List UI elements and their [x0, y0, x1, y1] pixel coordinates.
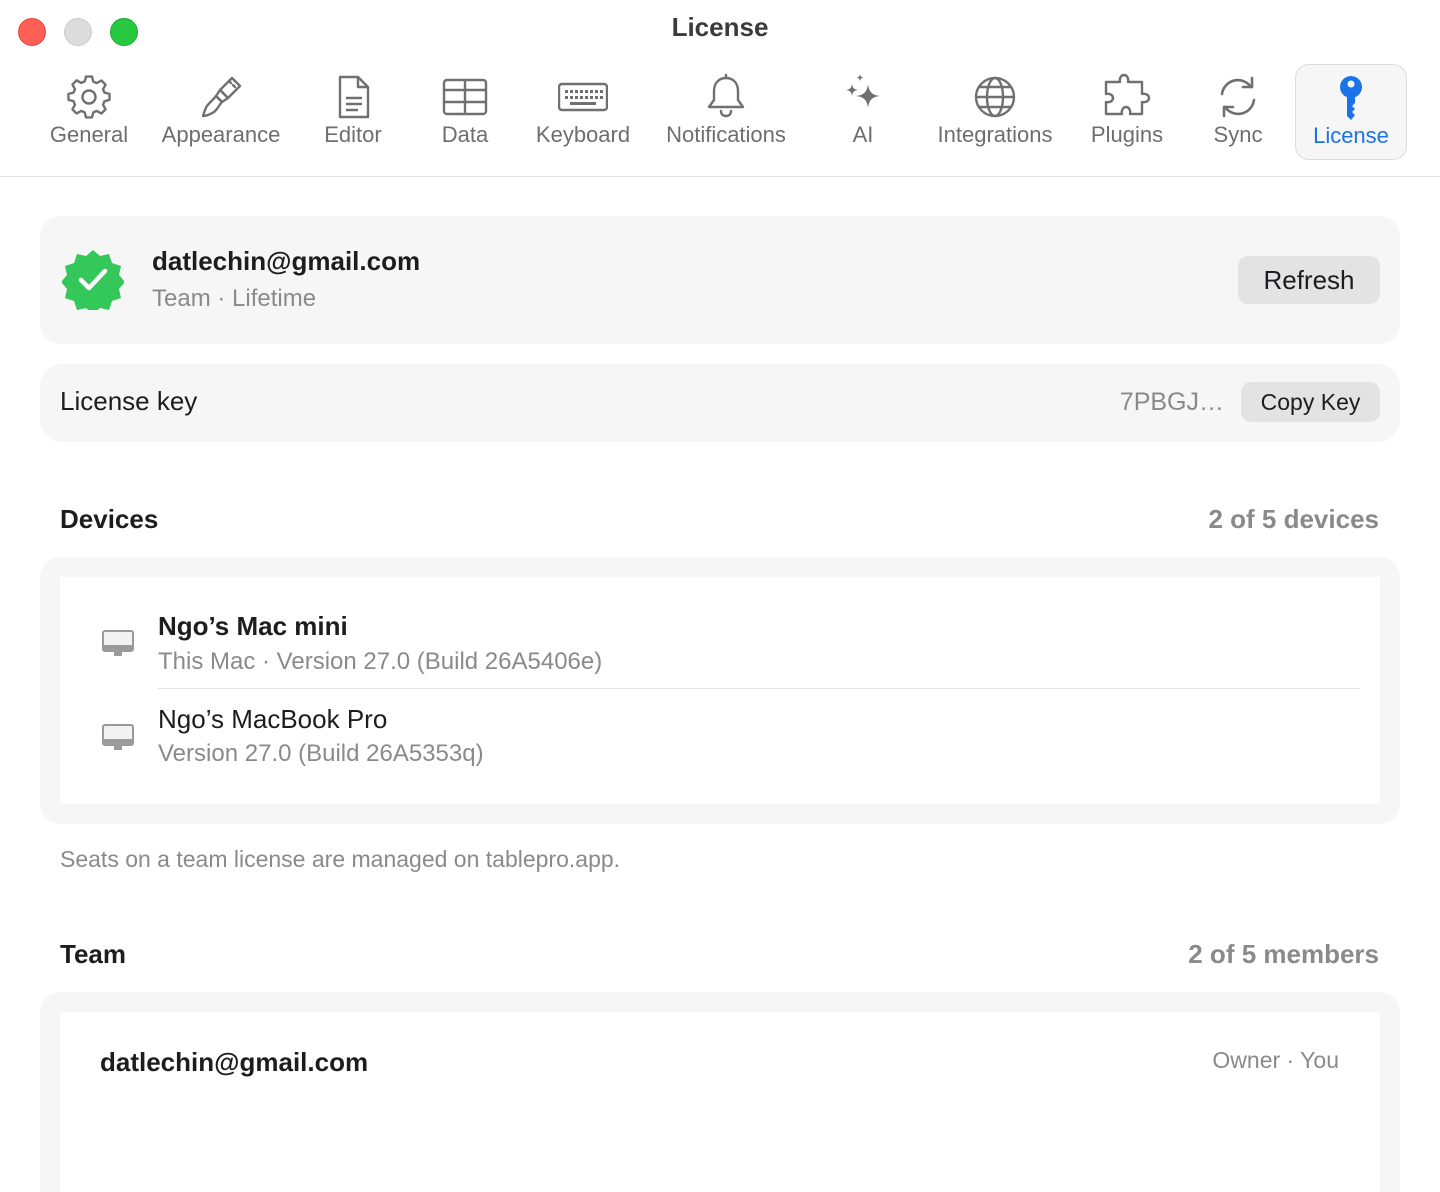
window-title: License	[671, 12, 769, 42]
devices-card: Ngo’s Mac mini This Mac · Version 27.0 (…	[40, 557, 1400, 824]
tab-notifications[interactable]: Notifications	[654, 64, 798, 160]
account-plan: Team · Lifetime	[152, 285, 317, 312]
puzzle-icon	[1104, 73, 1151, 116]
tab-label: Notifications	[666, 122, 786, 147]
tab-label: General	[49, 122, 129, 147]
device-detail: Version 27.0 (Build 26A5353q)	[158, 740, 484, 767]
tab-ai[interactable]: AI	[828, 64, 898, 160]
desktop-icon	[102, 724, 134, 750]
team-card: datlechin@gmail.com Owner · You	[40, 992, 1400, 1192]
sparkles-icon	[846, 74, 880, 108]
tab-editor[interactable]: Editor	[308, 64, 398, 160]
team-list: datlechin@gmail.com Owner · You	[60, 1012, 1380, 1192]
table-icon	[442, 78, 488, 116]
devices-section-title: Devices	[60, 504, 159, 534]
devices-note: Seats on a team license are managed on t…	[60, 846, 621, 872]
globe-icon	[974, 76, 1016, 118]
list-item: datlechin@gmail.com Owner · You	[60, 1012, 1380, 1112]
devices-count: 2 of 5 devices	[1208, 504, 1379, 534]
tab-label: Editor	[324, 122, 382, 147]
sync-icon	[1220, 76, 1256, 118]
gear-icon	[67, 75, 111, 119]
account-email: datlechin@gmail.com	[152, 246, 421, 276]
verified-badge-icon	[62, 250, 124, 310]
devices-list: Ngo’s Mac mini This Mac · Version 27.0 (…	[60, 577, 1380, 804]
device-name: Ngo’s MacBook Pro	[158, 704, 388, 734]
tab-general[interactable]: General	[36, 64, 142, 160]
tab-sync[interactable]: Sync	[1196, 64, 1280, 160]
bell-icon	[707, 73, 745, 118]
document-icon	[338, 75, 370, 119]
team-count: 2 of 5 members	[1188, 939, 1379, 969]
tab-label: AI	[852, 122, 874, 147]
tab-appearance[interactable]: Appearance	[154, 64, 288, 160]
device-detail: This Mac · Version 27.0 (Build 26A5406e)	[158, 648, 603, 675]
tab-label: Integrations	[937, 122, 1053, 147]
refresh-button[interactable]: Refresh	[1238, 256, 1380, 304]
list-item: Ngo’s MacBook Pro Version 27.0 (Build 26…	[60, 689, 1380, 799]
paintbrush-icon	[201, 76, 242, 118]
tab-label: Plugins	[1090, 122, 1164, 147]
team-section-title: Team	[60, 939, 126, 969]
device-name: Ngo’s Mac mini	[158, 611, 348, 641]
tab-plugins[interactable]: Plugins	[1082, 64, 1172, 160]
desktop-icon	[102, 630, 134, 656]
tab-integrations[interactable]: Integrations	[926, 64, 1064, 160]
tab-label: License	[1313, 123, 1389, 148]
tab-data[interactable]: Data	[420, 64, 510, 160]
tab-license[interactable]: License	[1295, 64, 1407, 160]
tab-label: Appearance	[161, 122, 281, 147]
tab-label: Sync	[1213, 122, 1263, 147]
license-key-label: License key	[60, 386, 198, 416]
tab-label: Data	[441, 122, 489, 147]
copy-key-button[interactable]: Copy Key	[1241, 382, 1380, 422]
key-icon	[1340, 76, 1362, 120]
toolbar: License General Appearance Editor Data K…	[0, 0, 1440, 177]
member-role: Owner · You	[1212, 1047, 1339, 1073]
list-item: Ngo’s Mac mini This Mac · Version 27.0 (…	[60, 577, 1380, 687]
keyboard-icon	[558, 82, 608, 112]
license-key-value: 7PBGJ…	[1119, 388, 1224, 416]
account-card: datlechin@gmail.com Team · Lifetime Refr…	[40, 216, 1400, 344]
member-email: datlechin@gmail.com	[100, 1047, 369, 1077]
tab-label: Keyboard	[535, 122, 631, 147]
tab-keyboard[interactable]: Keyboard	[530, 64, 636, 160]
license-key-card: License key 7PBGJ… Copy Key	[40, 364, 1400, 442]
